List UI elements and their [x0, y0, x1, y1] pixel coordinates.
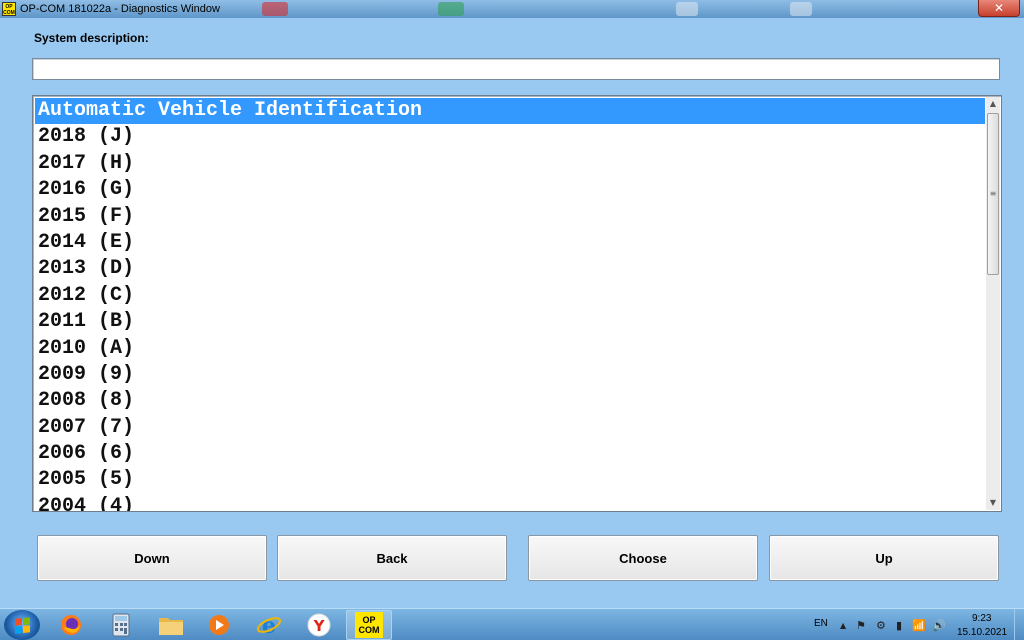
calculator-icon[interactable]: [108, 612, 134, 638]
list-item[interactable]: 2009 (9): [35, 362, 985, 388]
list-item[interactable]: 2016 (G): [35, 177, 985, 203]
list-item[interactable]: 2010 (A): [35, 336, 985, 362]
down-button[interactable]: Down: [37, 535, 267, 581]
system-description-field[interactable]: [32, 58, 1000, 80]
opcom-app-icon: OP COM: [2, 2, 16, 16]
svg-text:Y: Y: [313, 617, 326, 635]
list-item[interactable]: 2008 (8): [35, 388, 985, 414]
system-description-label: System description:: [34, 31, 149, 45]
opcom-label-bottom: COM: [358, 625, 380, 635]
volume-icon[interactable]: 🔊: [932, 619, 946, 632]
background-window-decoration: [438, 2, 464, 16]
list-item[interactable]: 2017 (H): [35, 151, 985, 177]
choose-button[interactable]: Choose: [528, 535, 758, 581]
vehicle-year-listbox[interactable]: Automatic Vehicle Identification 2018 (J)…: [32, 95, 1002, 512]
show-hidden-icons-icon[interactable]: ▲: [840, 621, 846, 630]
list-item[interactable]: 2004 (4): [35, 494, 985, 511]
show-desktop-button[interactable]: [1014, 609, 1024, 640]
yandex-browser-icon[interactable]: Y: [306, 612, 332, 638]
firefox-icon[interactable]: [58, 612, 84, 638]
windows-logo-icon: [14, 616, 30, 634]
scroll-up-arrow-icon[interactable]: ▲: [986, 97, 1000, 111]
vertical-scrollbar[interactable]: ▲ ≡ ▼: [986, 97, 1000, 510]
action-center-flag-icon[interactable]: ⚑: [856, 619, 866, 632]
list-item[interactable]: 2007 (7): [35, 415, 985, 441]
list-item[interactable]: 2015 (F): [35, 204, 985, 230]
list-item[interactable]: 2011 (B): [35, 309, 985, 335]
battery-icon[interactable]: ▮: [896, 619, 902, 632]
network-devices-icon[interactable]: ⚙: [876, 619, 886, 632]
background-window-decoration: [676, 2, 698, 16]
svg-text:e: e: [262, 613, 276, 638]
list-item[interactable]: Automatic Vehicle Identification: [35, 98, 985, 125]
list-item[interactable]: 2005 (5): [35, 467, 985, 493]
opcom-taskbar-icon: OP COM: [355, 612, 383, 638]
window-title: OP-COM 181022a - Diagnostics Window: [20, 3, 220, 15]
start-button[interactable]: [4, 610, 40, 640]
close-button[interactable]: ✕: [978, 0, 1020, 17]
up-button[interactable]: Up: [769, 535, 999, 581]
background-window-decoration: [262, 2, 288, 16]
network-signal-icon[interactable]: 📶: [912, 619, 926, 632]
list-item[interactable]: 2018 (J): [35, 124, 985, 150]
clock-date[interactable]: 15.10.2021: [957, 627, 1007, 638]
language-indicator[interactable]: EN: [814, 618, 828, 629]
opcom-taskbar-button[interactable]: OP COM: [346, 610, 392, 640]
scrollbar-thumb[interactable]: ≡: [987, 113, 999, 275]
scroll-down-arrow-icon[interactable]: ▼: [986, 496, 1000, 510]
list-items-container: Automatic Vehicle Identification 2018 (J)…: [35, 98, 985, 511]
media-player-icon[interactable]: [206, 612, 232, 638]
list-item[interactable]: 2006 (6): [35, 441, 985, 467]
list-item[interactable]: 2013 (D): [35, 256, 985, 282]
title-bar[interactable]: OP COM OP-COM 181022a - Diagnostics Windo…: [0, 0, 1024, 18]
opcom-label-top: OP: [362, 615, 376, 625]
back-button[interactable]: Back: [277, 535, 507, 581]
list-item[interactable]: 2012 (C): [35, 283, 985, 309]
close-icon: ✕: [993, 1, 1005, 15]
clock-time[interactable]: 9:23: [972, 613, 991, 624]
list-item[interactable]: 2014 (E): [35, 230, 985, 256]
internet-explorer-icon[interactable]: e: [256, 612, 282, 638]
folder-icon[interactable]: [158, 612, 184, 638]
background-window-decoration: [790, 2, 812, 16]
taskbar: e Y OP COM EN ▲ ⚑ ⚙ ▮ 📶 🔊 9:23 15.10.202…: [0, 608, 1024, 640]
